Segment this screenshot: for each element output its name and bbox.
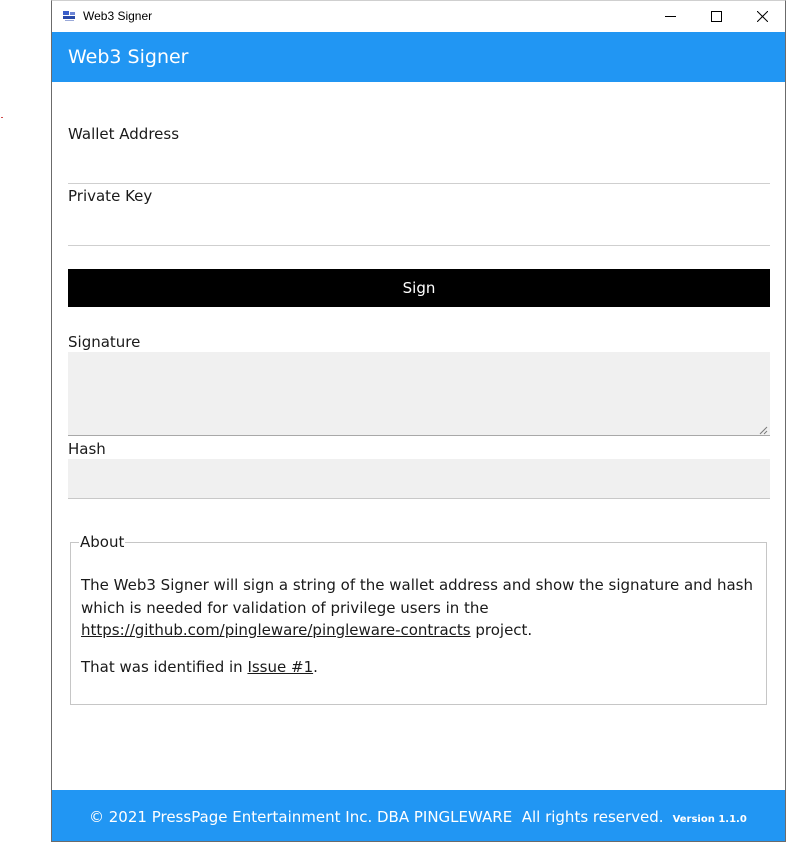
footer-line: © 2021 PressPage Entertainment Inc. DBA … bbox=[89, 808, 747, 826]
copyright-text: © 2021 PressPage Entertainment Inc. DBA … bbox=[89, 808, 664, 826]
close-icon bbox=[757, 11, 768, 22]
app-header: Web3 Signer bbox=[52, 32, 785, 82]
app-icon bbox=[63, 11, 76, 21]
stray-pixel bbox=[1, 117, 3, 118]
issue-link[interactable]: Issue #1 bbox=[247, 658, 313, 676]
minimize-button[interactable] bbox=[648, 1, 694, 32]
app-footer: © 2021 PressPage Entertainment Inc. DBA … bbox=[52, 790, 785, 841]
issue-note-suffix: . bbox=[313, 658, 318, 676]
private-key-input[interactable] bbox=[68, 217, 770, 246]
about-description-suffix: project. bbox=[470, 621, 533, 639]
sign-button[interactable]: Sign bbox=[68, 269, 770, 307]
hash-label: Hash bbox=[68, 440, 106, 458]
about-description-text: The Web3 Signer will sign a string of th… bbox=[81, 576, 753, 617]
about-legend: About bbox=[79, 533, 126, 551]
header-title: Web3 Signer bbox=[68, 46, 189, 68]
signature-label: Signature bbox=[68, 333, 141, 351]
app-window: Web3 Signer Web3 Signer Wallet Address P… bbox=[51, 0, 786, 842]
issue-note-prefix: That was identified in bbox=[81, 658, 248, 676]
window-title: Web3 Signer bbox=[83, 9, 153, 23]
version-label: Version 1.1.0 bbox=[672, 814, 747, 825]
close-button[interactable] bbox=[740, 1, 785, 32]
minimize-icon bbox=[665, 16, 676, 17]
maximize-icon bbox=[711, 11, 722, 22]
maximize-button[interactable] bbox=[694, 1, 740, 32]
wallet-address-input[interactable] bbox=[68, 155, 770, 184]
private-key-label: Private Key bbox=[68, 187, 153, 205]
signature-field[interactable] bbox=[68, 352, 770, 436]
hash-field[interactable] bbox=[68, 459, 770, 499]
github-link[interactable]: https://github.com/pingleware/pingleware… bbox=[81, 621, 471, 639]
about-issue-note: That was identified in Issue #1. bbox=[81, 656, 761, 679]
resize-grip-icon[interactable] bbox=[758, 425, 768, 435]
wallet-address-label: Wallet Address bbox=[68, 125, 180, 143]
about-section: About The Web3 Signer will sign a string… bbox=[70, 533, 767, 705]
about-description: The Web3 Signer will sign a string of th… bbox=[81, 574, 761, 642]
title-bar[interactable]: Web3 Signer bbox=[52, 1, 785, 32]
